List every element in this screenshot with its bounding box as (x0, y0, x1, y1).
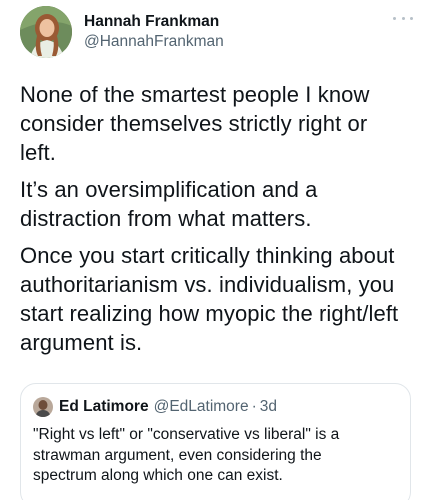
author-handle[interactable]: @HannahFrankman (84, 32, 224, 52)
more-dot (410, 16, 413, 20)
tweet-paragraph: None of the smartest people I know consi… (20, 82, 370, 165)
author-avatar[interactable] (20, 6, 72, 58)
tweet-paragraph: Once you start critically thinking about… (20, 243, 399, 355)
quoted-tweet-header: Ed Latimore @EdLatimore · 3d (33, 396, 398, 418)
more-dot (401, 16, 405, 20)
quoted-tweet[interactable]: Ed Latimore @EdLatimore · 3d "Right vs l… (20, 383, 411, 500)
more-dots-icon[interactable] (393, 10, 413, 26)
tweet-card: Hannah Frankman @HannahFrankman None of … (0, 0, 429, 500)
more-dot (393, 16, 396, 20)
tweet-header: Hannah Frankman @HannahFrankman (20, 6, 415, 58)
quoted-separator: · (251, 398, 257, 415)
author-names: Hannah Frankman @HannahFrankman (84, 12, 224, 52)
quoted-author-handle: @EdLatimore (153, 398, 249, 415)
quoted-tweet-text: "Right vs left" or "conservative vs libe… (33, 426, 340, 484)
quoted-author-display-name: Ed Latimore (59, 398, 149, 415)
quoted-timestamp: 3d (259, 398, 277, 415)
tweet-paragraph: It’s an oversimplification and a distrac… (20, 177, 318, 231)
quoted-author-avatar (33, 397, 53, 417)
tweet-body: None of the smartest people I know consi… (20, 80, 407, 365)
author-display-name[interactable]: Hannah Frankman (84, 12, 224, 32)
